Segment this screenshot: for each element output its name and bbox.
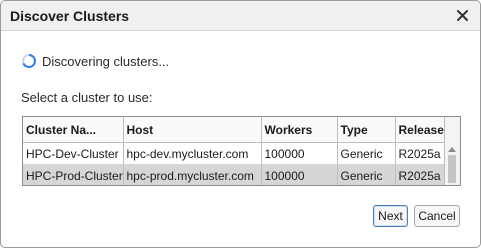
cell-host: hpc-dev.mycluster.com	[123, 142, 262, 165]
scroll-thumb[interactable]	[448, 155, 456, 183]
select-cluster-label: Select a cluster to use:	[21, 90, 153, 105]
clusters-table: Cluster Na... Host Workers Type Release …	[22, 116, 461, 186]
column-header-cluster-name[interactable]: Cluster Na...	[23, 117, 124, 143]
close-icon[interactable]	[453, 7, 471, 25]
cell-workers: 100000	[261, 164, 338, 185]
column-header-host[interactable]: Host	[123, 117, 262, 143]
table-scrollbar[interactable]	[444, 117, 460, 185]
cell-cluster-name: HPC-Prod-Cluster	[23, 164, 124, 185]
table-row-hpc-prod[interactable]: HPC-Prod-Cluster hpc-prod.mycluster.com …	[23, 164, 445, 185]
cell-type: Generic	[337, 142, 396, 165]
column-header-release[interactable]: Release	[395, 117, 445, 143]
cell-host: hpc-prod.mycluster.com	[123, 164, 262, 185]
title-bar[interactable]: Discover Clusters	[1, 1, 480, 31]
spinner-icon	[21, 53, 37, 69]
table-header-row: Cluster Na... Host Workers Type Release	[23, 117, 445, 143]
discovery-status: Discovering clusters...	[21, 53, 169, 69]
scroll-up-icon[interactable]	[448, 147, 456, 152]
cell-workers: 100000	[261, 142, 338, 165]
discover-clusters-dialog: Discover Clusters Discovering clusters..…	[0, 0, 481, 248]
cell-cluster-name: HPC-Dev-Cluster	[23, 142, 124, 165]
cancel-button[interactable]: Cancel	[414, 205, 460, 227]
column-header-type[interactable]: Type	[337, 117, 396, 143]
cell-release: R2025a	[395, 142, 445, 165]
cell-release: R2025a	[395, 164, 445, 185]
cell-type: Generic	[337, 164, 396, 185]
next-button[interactable]: Next	[373, 205, 408, 227]
column-header-workers[interactable]: Workers	[261, 117, 338, 143]
status-text: Discovering clusters...	[42, 53, 170, 69]
table-row-hpc-dev[interactable]: HPC-Dev-Cluster hpc-dev.mycluster.com 10…	[23, 142, 445, 165]
dialog-title: Discover Clusters	[10, 7, 130, 24]
